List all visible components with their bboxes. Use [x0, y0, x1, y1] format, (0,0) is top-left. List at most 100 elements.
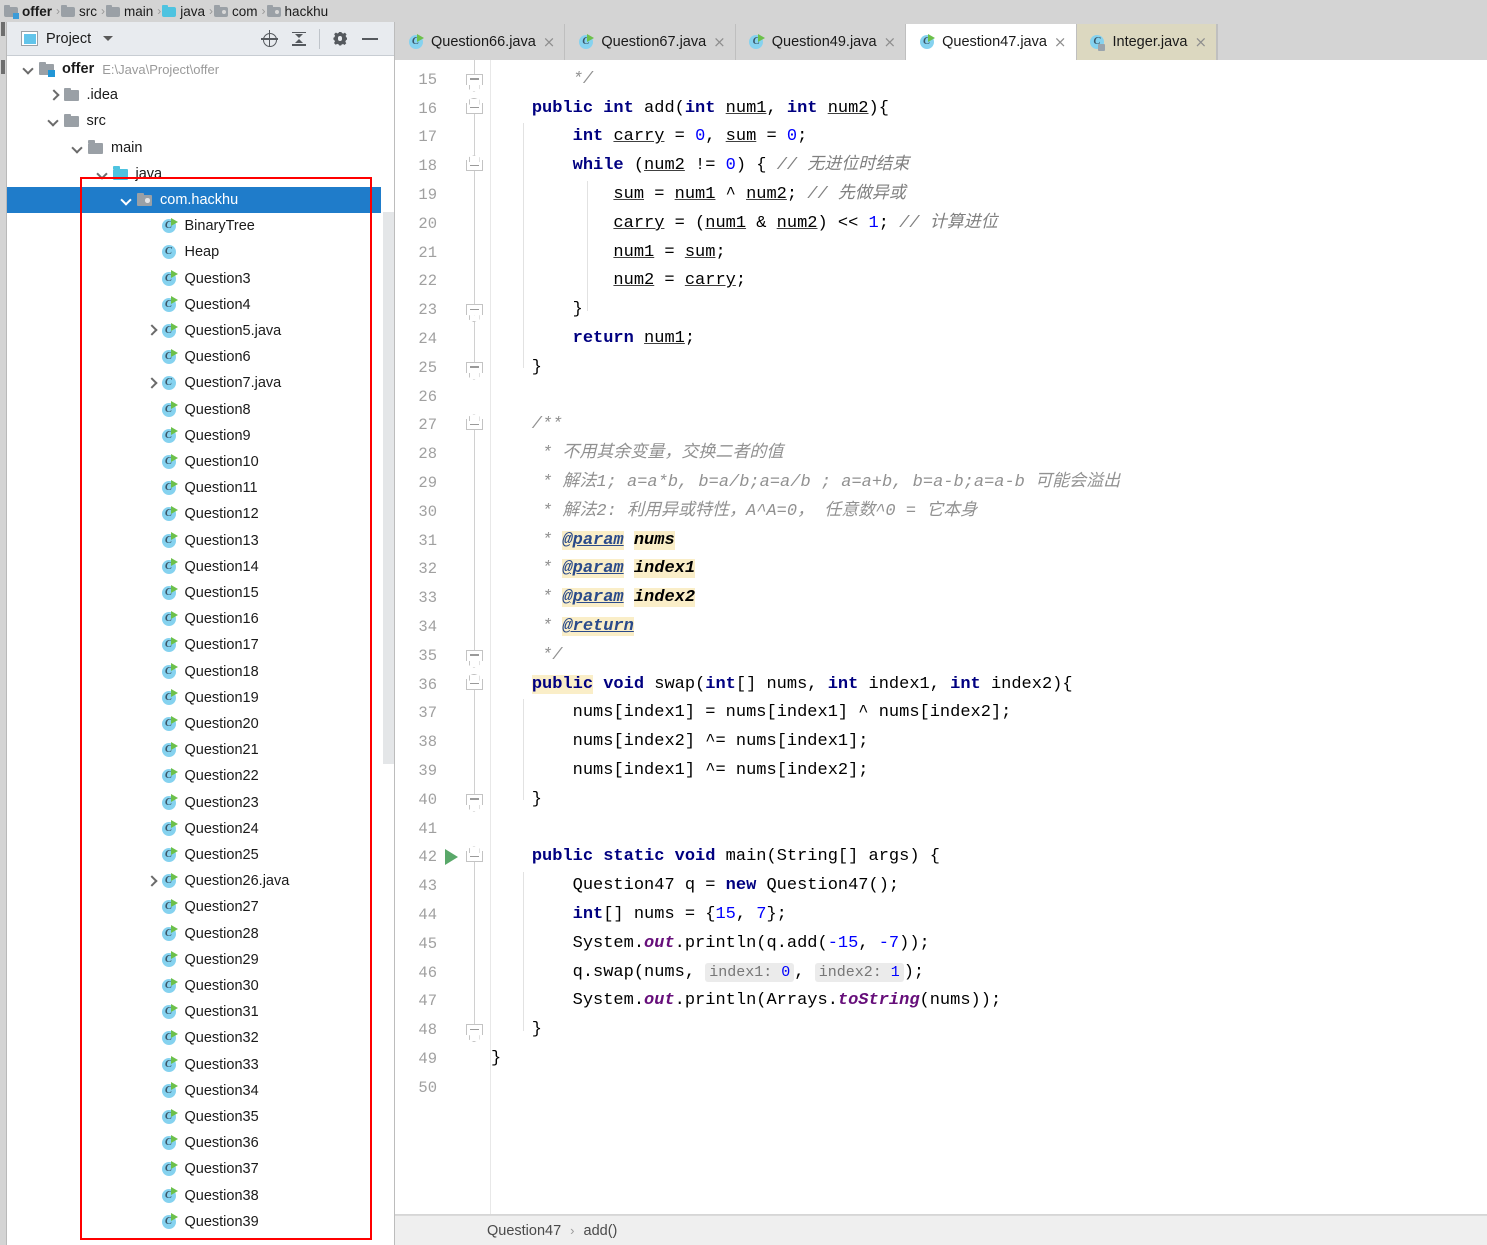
code-line[interactable]: * @return	[491, 613, 634, 642]
tree-item-Question20[interactable]: Question20	[7, 711, 381, 737]
minimize-icon[interactable]	[355, 24, 385, 54]
code-line[interactable]: carry = (num1 & num2) << 1; // 计算进位	[491, 210, 997, 239]
fold-toggle-icon[interactable]	[466, 73, 483, 92]
fold-toggle-icon[interactable]	[466, 673, 483, 693]
close-icon[interactable]: ×	[713, 35, 726, 50]
code-line[interactable]: nums[index1] ^= nums[index2];	[491, 757, 869, 786]
code-line[interactable]: sum = num1 ^ num2; // 先做异或	[491, 181, 905, 210]
code-line[interactable]: }	[491, 1045, 501, 1074]
fold-toggle-icon[interactable]	[466, 155, 483, 174]
tree-item-com-hackhu[interactable]: com.hackhu	[7, 187, 381, 214]
code-line[interactable]: }	[491, 354, 542, 383]
chevron-right-icon[interactable]	[144, 323, 160, 339]
tree-item-Question24[interactable]: Question24	[7, 816, 381, 842]
tree-item-Question31[interactable]: Question31	[7, 999, 381, 1025]
code-line[interactable]: while (num2 != 0) { // 无进位时结束	[491, 152, 910, 181]
tree-item-Question36[interactable]: Question36	[7, 1130, 381, 1156]
editor-tab-Question49-java[interactable]: Question49.java ×	[735, 24, 907, 60]
code-line[interactable]: * @param index1	[491, 555, 696, 584]
tree-item-Question34[interactable]: Question34	[7, 1078, 381, 1104]
project-scrollbar-thumb[interactable]	[383, 212, 394, 764]
breadcrumb-hackhu[interactable]: hackhu	[266, 0, 332, 22]
breadcrumb-class[interactable]: Question47	[487, 1223, 561, 1239]
tree-item-Question25[interactable]: Question25	[7, 842, 381, 868]
tree-item-java[interactable]: java	[7, 161, 381, 187]
run-method-icon[interactable]	[445, 849, 458, 866]
chevron-down-icon[interactable]	[119, 192, 135, 208]
editor-tab-Integer-java[interactable]: Integer.java ×	[1076, 24, 1218, 60]
locate-icon[interactable]	[254, 24, 284, 54]
tree-item--idea[interactable]: .idea	[7, 82, 381, 108]
gear-icon[interactable]	[325, 24, 355, 54]
chevron-right-icon[interactable]	[46, 87, 62, 103]
fold-toggle-icon[interactable]	[466, 304, 483, 323]
breadcrumb-offer[interactable]: offer	[4, 0, 55, 22]
tree-item-Question23[interactable]: Question23	[7, 790, 381, 816]
tree-item-Question6[interactable]: Question6	[7, 344, 381, 370]
fold-toggle-icon[interactable]	[466, 793, 483, 812]
tree-item-Question4[interactable]: Question4	[7, 292, 381, 318]
fold-toggle-icon[interactable]	[466, 1024, 483, 1043]
editor-tab-Question67-java[interactable]: Question67.java ×	[565, 24, 736, 60]
tree-item-Question11[interactable]: Question11	[7, 475, 381, 501]
editor-tab-Question47-java[interactable]: Question47.java ×	[906, 24, 1077, 60]
chevron-down-icon[interactable]	[46, 113, 62, 129]
collapse-all-icon[interactable]	[284, 24, 314, 54]
tree-item-Question9[interactable]: Question9	[7, 423, 381, 449]
breadcrumb-com[interactable]: com	[214, 0, 261, 22]
tree-item-Question30[interactable]: Question30	[7, 973, 381, 999]
tree-item-Question14[interactable]: Question14	[7, 554, 381, 580]
close-icon[interactable]: ×	[884, 35, 897, 50]
code-line[interactable]: }	[491, 1016, 542, 1045]
tree-item-Heap[interactable]: Heap	[7, 239, 381, 265]
editor-breadcrumb[interactable]: Question47 › add()	[395, 1215, 1487, 1245]
fold-toggle-icon[interactable]	[466, 846, 483, 865]
chevron-down-icon[interactable]	[95, 166, 111, 182]
breadcrumb-java[interactable]: java	[162, 0, 208, 22]
tree-item-Question8[interactable]: Question8	[7, 397, 381, 423]
code-line[interactable]: num1 = sum;	[491, 239, 725, 268]
code-line[interactable]: * 不用其余变量，交换二者的值	[491, 440, 783, 469]
code-line[interactable]: Question47 q = new Question47();	[491, 872, 900, 901]
tree-item-Question22[interactable]: Question22	[7, 763, 381, 789]
project-title-group[interactable]: Project	[7, 31, 114, 47]
code-line[interactable]: */	[491, 642, 562, 671]
chevron-down-icon[interactable]	[103, 36, 114, 41]
fold-toggle-icon[interactable]	[466, 649, 483, 668]
close-icon[interactable]: ×	[543, 35, 556, 50]
tree-item-Question32[interactable]: Question32	[7, 1025, 381, 1051]
code-line[interactable]: * @param nums	[491, 527, 675, 556]
code-line[interactable]: */	[491, 66, 593, 95]
code-line[interactable]: System.out.println(q.add(-15, -7));	[491, 930, 930, 959]
fold-toggle-icon[interactable]	[466, 97, 483, 117]
tree-item-Question28[interactable]: Question28	[7, 921, 381, 947]
editor-gutter[interactable]: 15 16 17 18 19 20 21 22 23 24 25 26 27 28 29 30 31 32 33 34…	[395, 60, 491, 1245]
breadcrumb-main[interactable]: main	[106, 0, 156, 22]
tree-item-Question15[interactable]: Question15	[7, 580, 381, 606]
tree-item-Question17[interactable]: Question17	[7, 632, 381, 658]
tree-item-src[interactable]: src	[7, 108, 381, 134]
code-line[interactable]: * 解法2: 利用异或特性，A^A=0， 任意数^0 = 它本身	[491, 498, 977, 527]
fold-toggle-icon[interactable]	[466, 414, 483, 433]
tree-item-Question5-java[interactable]: Question5.java	[7, 318, 381, 344]
code-line[interactable]: num2 = carry;	[491, 267, 746, 296]
code-line[interactable]: }	[491, 296, 583, 325]
tree-item-Question19[interactable]: Question19	[7, 685, 381, 711]
project-file-tree[interactable]: offer E:\Java\Project\offer .idea src main ja…	[7, 56, 381, 1245]
tree-item-main[interactable]: main	[7, 135, 381, 161]
code-line[interactable]: nums[index2] ^= nums[index1];	[491, 728, 869, 757]
code-line[interactable]: nums[index1] = nums[index1] ^ nums[index…	[491, 699, 1012, 728]
tree-item-Question29[interactable]: Question29	[7, 947, 381, 973]
close-icon[interactable]: ×	[1194, 35, 1207, 50]
fold-toggle-icon[interactable]	[466, 361, 483, 380]
code-line[interactable]: * @param index2	[491, 584, 696, 613]
tree-item-Question39[interactable]: Question39	[7, 1209, 381, 1235]
left-tool-window-strip[interactable]	[0, 22, 7, 1245]
code-line[interactable]: int carry = 0, sum = 0;	[491, 123, 808, 152]
tree-item-BinaryTree[interactable]: BinaryTree	[7, 213, 381, 239]
tree-item-Question13[interactable]: Question13	[7, 528, 381, 554]
breadcrumb-method[interactable]: add()	[584, 1223, 618, 1239]
tree-item-Question3[interactable]: Question3	[7, 266, 381, 292]
code-line[interactable]: System.out.println(Arrays.toString(nums)…	[491, 987, 1002, 1016]
code-line[interactable]: * 解法1; a=a*b, b=a/b;a=a/b ; a=a+b, b=a-b…	[491, 469, 1120, 498]
